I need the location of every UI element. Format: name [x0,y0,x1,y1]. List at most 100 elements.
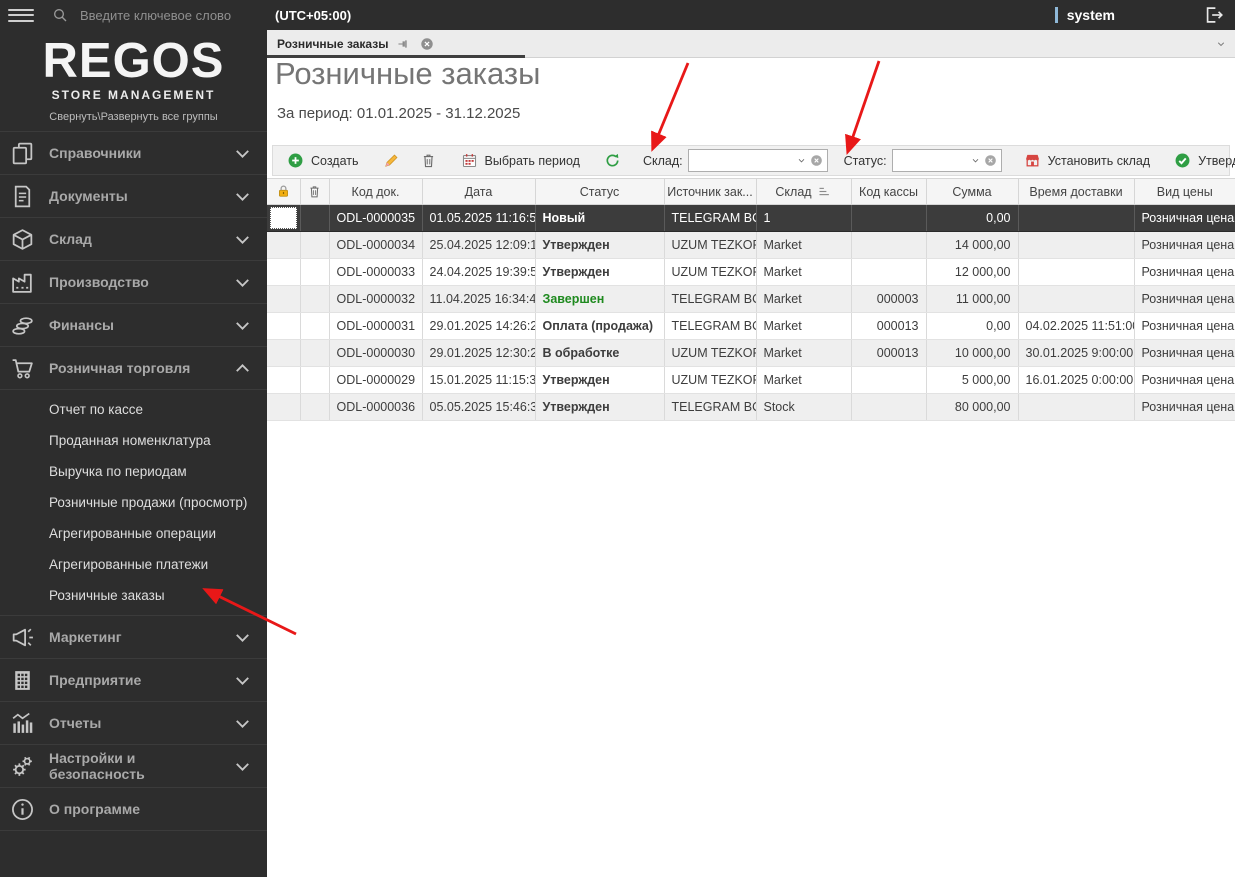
table-cell-delivery: 04.02.2025 11:51:00 [1018,312,1135,340]
chevron-down-icon [230,141,255,166]
sidebar-group-documents[interactable]: Документы [0,175,267,218]
column-header-date[interactable]: Дата [422,178,536,205]
hamburger-menu-icon[interactable] [8,8,34,22]
sidebar-group-label: Документы [49,188,128,204]
sidebar-group-marketing[interactable]: Маркетинг [0,616,267,659]
refresh-button[interactable] [594,146,631,175]
set-warehouse-button[interactable]: Установить склад [1014,146,1160,175]
table-cell-delivery [1018,231,1135,259]
warehouse-filter[interactable]: Склад: [635,146,836,175]
sidebar-group-label: Справочники [49,145,142,161]
sidebar-item-revenue-by-periods[interactable]: Выручка по периодам [0,456,267,487]
sidebar-group-settings-security[interactable]: Настройки и безопасность [0,745,267,788]
status-text: Новый [542,211,586,225]
table-row[interactable]: ODL-0000032 11.04.2025 16:34:42 Завершен TE… [267,285,1235,313]
status-text: Утвержден [542,400,610,414]
table-cell-lock [267,231,301,259]
table-cell-delivery [1018,258,1135,286]
table-cell-code: ODL-0000034 [329,231,423,259]
sidebar-search-bar [0,0,267,30]
sidebar-item-sold-nomenclature[interactable]: Проданная номенклатура [0,425,267,456]
sidebar-item-aggregated-ops[interactable]: Агрегированные операции [0,518,267,549]
table-row[interactable]: ODL-0000030 29.01.2025 12:30:24 В обработк… [267,339,1235,367]
table-cell-delivery [1018,204,1135,232]
tab-list-chevron-down-icon[interactable] [1215,38,1227,50]
table-row[interactable]: ODL-0000031 29.01.2025 14:26:26 Оплата (пр… [267,312,1235,340]
table-cell-date: 24.04.2025 19:39:53 [422,258,536,286]
table-row[interactable]: ODL-0000029 15.01.2025 11:15:32 Утвержден U… [267,366,1235,394]
table-cell-date: 29.01.2025 12:30:24 [422,339,536,367]
logout-icon[interactable] [1203,4,1225,26]
pin-tab-icon[interactable] [397,37,411,51]
toolbar-button-label: Выбрать период [484,153,580,168]
chevron-down-icon [230,270,255,295]
sidebar-item-retail-sales-view[interactable]: Розничные продажи (просмотр) [0,487,267,518]
status-filter-combobox[interactable] [891,149,1002,172]
table-cell-code: ODL-0000035 [329,204,423,232]
sidebar-item-aggregated-payments[interactable]: Агрегированные платежи [0,549,267,580]
status-filter[interactable]: Статус: [836,146,1010,175]
sidebar-item-retail-orders[interactable]: Розничные заказы [0,580,267,611]
chevron-down-icon[interactable] [796,155,807,166]
column-header-warehouse[interactable]: Склад [756,178,852,205]
create-button[interactable]: Создать [277,146,369,175]
sidebar-item-cash-report[interactable]: Отчет по кассе [0,394,267,425]
sidebar-group-finance[interactable]: Финансы [0,304,267,347]
column-header-code[interactable]: Код док. [329,178,423,205]
clear-circle-icon[interactable] [984,154,997,167]
table-cell-date: 05.05.2025 15:46:37 [422,393,536,421]
column-header-delivery[interactable]: Время доставки [1018,178,1135,205]
collapse-expand-groups-link[interactable]: Свернуть\Развернуть все группы [0,111,267,123]
chevron-down-icon [230,227,255,252]
username-label: system [1066,7,1115,23]
column-header-price[interactable]: Вид цены [1134,178,1235,205]
table-cell-status: Утвержден [535,258,665,286]
select-period-button[interactable]: Выбрать период [451,146,590,175]
table-cell-source: UZUM TEZKOR [664,339,757,367]
sidebar-group-production[interactable]: Производство [0,261,267,304]
tab-retail-orders[interactable]: Розничные заказы [267,30,444,57]
search-input[interactable] [78,6,259,24]
sidebar-group-retail[interactable]: Розничная торговля [0,347,267,390]
table-row[interactable]: ODL-0000033 24.04.2025 19:39:53 Утвержден U… [267,258,1235,286]
close-tab-icon[interactable] [420,37,434,51]
table-row[interactable]: ODL-0000036 05.05.2025 15:46:37 Утвержден T… [267,393,1235,421]
table-cell-code: ODL-0000029 [329,366,423,394]
table-cell-price: Розничная цена [1134,339,1235,367]
table-cell-delete [300,231,330,259]
column-header-status[interactable]: Статус [535,178,665,205]
column-header-del[interactable] [300,178,330,205]
page-title: Розничные заказы [275,56,541,91]
table-cell-amount: 10 000,00 [926,339,1019,367]
sidebar-nav: Справочники Документы Склад Производство Фин… [0,131,267,831]
delete-button[interactable] [410,146,447,175]
status-filter-input[interactable] [898,152,967,169]
table-cell-cash: 000013 [851,339,927,367]
chevron-down-icon[interactable] [970,155,981,166]
sidebar-group-warehouse[interactable]: Склад [0,218,267,261]
column-header-source[interactable]: Источник зак... [664,178,757,205]
active-tab-underline [267,55,525,58]
table-cell-delete [300,366,330,394]
sidebar-group-enterprise[interactable]: Предприятие [0,659,267,702]
table-row[interactable]: ODL-0000035 01.05.2025 11:16:58 Новый TELEG… [267,204,1235,232]
table-row[interactable]: ODL-0000034 25.04.2025 12:09:13 Утвержден U… [267,231,1235,259]
sidebar-group-references[interactable]: Справочники [0,132,267,175]
column-header-label: Время доставки [1029,184,1123,199]
table-cell-status: Утвержден [535,393,665,421]
table-cell-code: ODL-0000032 [329,285,423,313]
sidebar-group-about[interactable]: О программе [0,788,267,831]
tab-bar: Розничные заказы [267,30,1235,58]
column-header-lock[interactable] [267,178,301,205]
warehouse-filter-input[interactable] [694,152,793,169]
table-cell-lock [267,393,301,421]
column-header-amount[interactable]: Сумма [926,178,1019,205]
approve-button[interactable]: Утвердить [1164,146,1235,175]
clear-circle-icon[interactable] [810,154,823,167]
toolbar: Создать Выбрать период Склад: Статус: Устано… [272,145,1235,176]
warehouse-filter-combobox[interactable] [687,149,828,172]
sidebar-group-reports[interactable]: Отчеты [0,702,267,745]
edit-button[interactable] [373,146,410,175]
column-header-cash[interactable]: Код кассы [851,178,927,205]
table-header-row: Код док. Дата Статус Источник зак... Склад Ко… [267,178,1235,205]
